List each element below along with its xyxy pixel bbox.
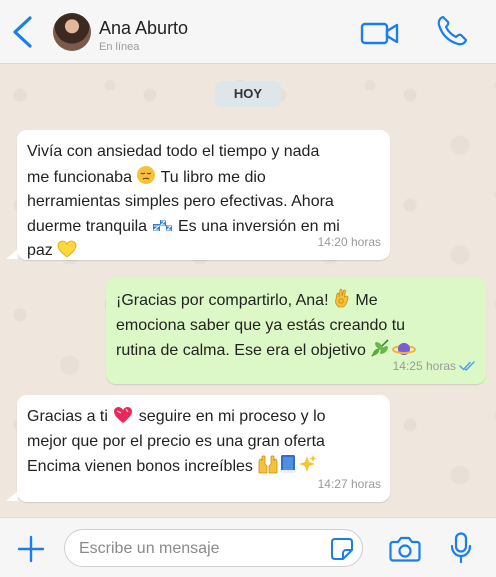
leaf-emoji [371, 339, 389, 357]
heart-emoji [114, 407, 133, 423]
message-meta: 14:27 horas [318, 472, 381, 497]
message-time: 14:25 horas [392, 358, 456, 373]
composer-bar [0, 517, 496, 577]
message-meta: 14:20 horas [318, 230, 381, 255]
sparkles-emoji [299, 455, 317, 472]
phone-icon[interactable] [435, 14, 469, 48]
microphone-icon[interactable] [450, 532, 472, 564]
contact-name[interactable]: Ana Aburto [99, 18, 188, 39]
book-emoji [281, 455, 296, 473]
pensive-face-emoji [137, 165, 156, 184]
double-check-icon [459, 361, 475, 371]
video-call-icon[interactable] [360, 19, 400, 47]
date-chip: HOY [215, 81, 281, 107]
ok-hand-emoji [335, 288, 349, 308]
message-line: mejor que por el precio es una gran ofer… [27, 432, 325, 450]
message-line: ¡Gracias por compartirlo, Ana! Me [116, 288, 476, 314]
message-line: Gracias a ti seguire en mi proceso y lo [27, 407, 326, 425]
message-line: emociona saber que ya estás creando tu [116, 316, 406, 334]
sticker-icon[interactable] [330, 537, 354, 561]
back-arrow-icon[interactable] [10, 14, 34, 50]
contact-status: En línea [99, 41, 140, 53]
chat-area[interactable]: HOY Vivía con ansiedad todo el tiempo y … [0, 65, 496, 517]
message-line: herramientas simples pero efectivas. Aho… [27, 193, 334, 210]
message-bubble-incoming[interactable]: Gracias a ti seguire en mi proceso y lo … [17, 395, 390, 502]
chat-header: Ana Aburto En línea [0, 0, 496, 64]
message-line: me funcionaba Tu libro me dio [27, 165, 380, 191]
camera-icon[interactable] [389, 535, 421, 563]
message-line: Vivía con ansiedad todo el tiempo y nada [27, 143, 320, 160]
sleeping-emoji [152, 219, 172, 231]
message-time: 14:27 horas [317, 476, 381, 491]
yellow-heart-emoji [57, 240, 77, 258]
message-time: 14:20 horas [317, 234, 381, 249]
plus-icon[interactable] [16, 534, 46, 564]
avatar[interactable] [53, 13, 91, 51]
message-input-wrapper[interactable] [64, 529, 363, 567]
raised-hands-emoji [258, 455, 278, 474]
message-bubble-outgoing[interactable]: ¡Gracias por compartirlo, Ana! Me emocio… [106, 278, 486, 384]
message-input[interactable] [79, 538, 319, 560]
message-meta: 14:25 horas [393, 354, 477, 379]
message-bubble-incoming[interactable]: Vivía con ansiedad todo el tiempo y nada… [17, 130, 390, 260]
